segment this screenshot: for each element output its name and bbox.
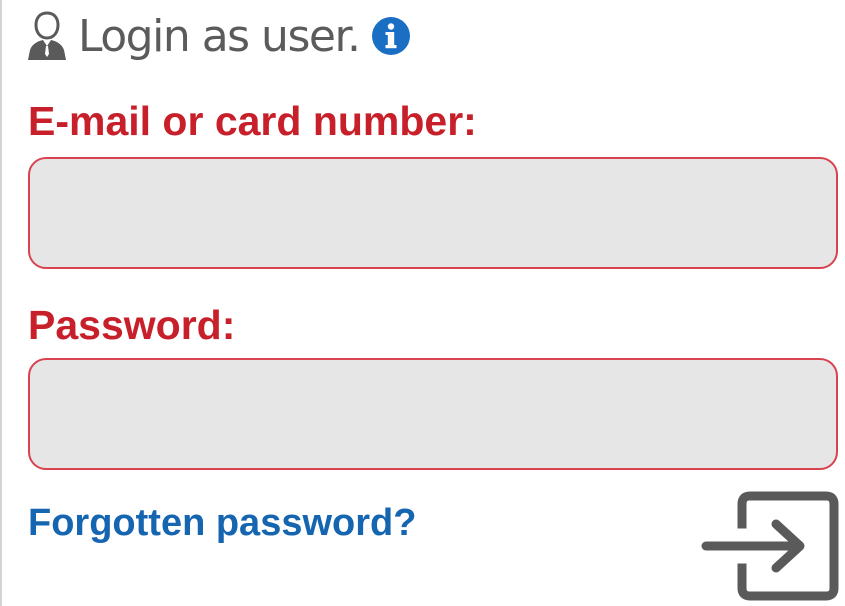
forgot-password-link[interactable]: Forgotten password? <box>28 502 416 545</box>
login-enter-icon <box>701 491 839 601</box>
password-input[interactable] <box>28 358 838 470</box>
login-header: Login as user. <box>26 4 411 68</box>
email-label: E-mail or card number: <box>28 98 477 144</box>
info-icon[interactable] <box>371 16 411 56</box>
email-or-card-input[interactable] <box>28 157 838 269</box>
login-submit-button[interactable] <box>700 490 842 602</box>
login-panel: Login as user. E-mail or card number: Pa… <box>0 0 845 606</box>
login-title: Login as user. <box>78 10 361 62</box>
password-label: Password: <box>28 302 236 348</box>
user-icon <box>28 11 66 60</box>
